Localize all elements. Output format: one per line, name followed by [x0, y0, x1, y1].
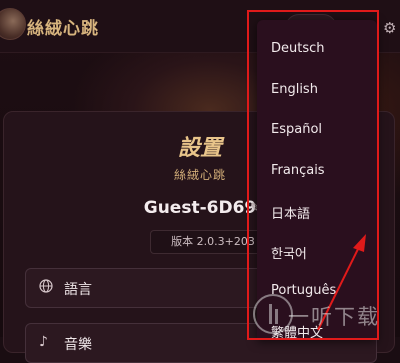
- language-option-english[interactable]: English: [271, 82, 318, 97]
- music-setting-label: 音樂: [64, 337, 92, 353]
- language-option-francais[interactable]: Français: [271, 163, 325, 178]
- music-icon: ♪: [39, 334, 48, 350]
- app-title: 絲絨心跳: [27, 19, 99, 39]
- avatar[interactable]: [0, 8, 26, 40]
- language-option-espanol[interactable]: Español: [271, 122, 322, 137]
- gear-icon[interactable]: ⚙: [383, 20, 399, 36]
- globe-icon: [39, 279, 53, 297]
- language-option-korean[interactable]: 한국어: [271, 243, 307, 262]
- language-setting-label: 語言: [64, 282, 92, 298]
- language-option-japanese[interactable]: 日本語: [271, 203, 310, 222]
- language-option-deutsch[interactable]: Deutsch: [271, 41, 325, 56]
- watermark-text: 一听下载: [288, 305, 380, 329]
- language-option-portugues[interactable]: Português: [271, 283, 336, 298]
